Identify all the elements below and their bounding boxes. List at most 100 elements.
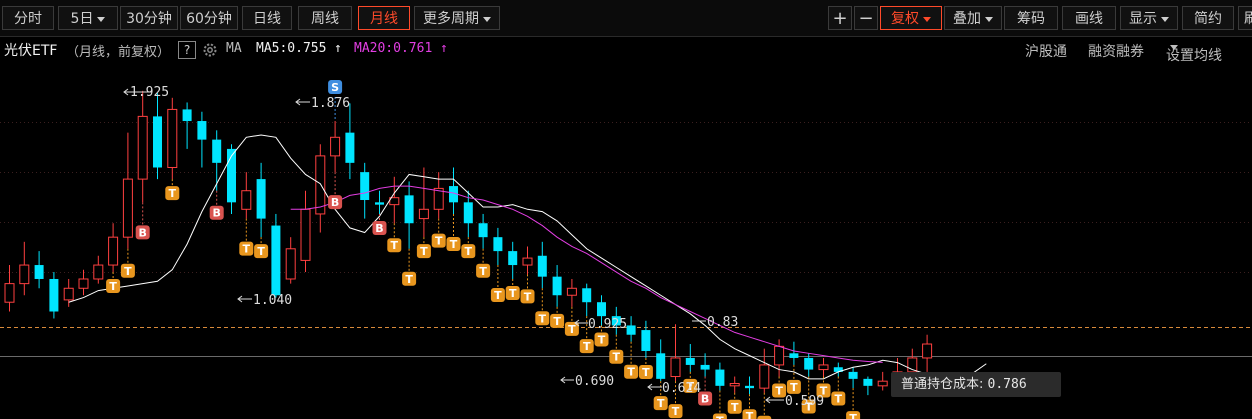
candle-body[interactable]	[241, 190, 252, 210]
candle-body[interactable]	[626, 325, 636, 335]
marker-label: T	[716, 414, 724, 419]
adjust-button[interactable]: 复权	[880, 6, 942, 30]
price-label-083: 0.83	[692, 315, 738, 330]
link-hk-connect[interactable]: 沪股通	[1025, 41, 1067, 61]
candle-body[interactable]	[93, 264, 104, 280]
candle-body[interactable]	[315, 155, 326, 215]
marker-label: B	[375, 222, 383, 235]
candle-body[interactable]	[745, 385, 754, 389]
candle-body[interactable]	[19, 264, 30, 285]
display-button[interactable]: 显示	[1120, 6, 1178, 30]
chips-button[interactable]: 筹码	[1004, 6, 1058, 30]
candle-body[interactable]	[153, 116, 162, 168]
candle-body[interactable]	[537, 255, 547, 277]
gear-icon[interactable]	[202, 42, 218, 58]
marker-label: T	[465, 245, 473, 258]
candle-body[interactable]	[729, 383, 740, 387]
marker-label: B	[331, 196, 339, 209]
price-label-0599-text: 0.599	[785, 394, 824, 409]
marker-label: T	[420, 245, 428, 258]
candle-body[interactable]	[493, 237, 503, 252]
price-label-0624-text: 0.624	[662, 381, 701, 396]
candle-body[interactable]	[271, 225, 281, 296]
candle-body[interactable]	[197, 121, 207, 140]
candle-body[interactable]	[256, 179, 266, 219]
candle-body[interactable]	[508, 251, 518, 266]
candle-body[interactable]	[670, 357, 681, 378]
period-tab-fenshi[interactable]: 分时	[2, 6, 54, 30]
refresh-button[interactable]: 刷新	[1238, 6, 1252, 30]
marker-label: T	[849, 412, 857, 419]
candle-body[interactable]	[789, 353, 799, 358]
candle-body[interactable]	[49, 278, 59, 312]
marker-label: T	[539, 312, 547, 325]
candle-body[interactable]	[863, 378, 873, 386]
candle-body[interactable]	[137, 115, 148, 180]
period-tab-60min[interactable]: 60分钟	[180, 6, 238, 30]
period-tab-weekly[interactable]: 周线	[298, 6, 352, 30]
trade-markers: TTBTBT TSBBTTTT TTTT T TT TTTTTT TTTTBTTT TTTTT…	[106, 80, 861, 419]
candle-body[interactable]	[582, 288, 592, 303]
candle-body[interactable]	[641, 330, 651, 351]
simple-button[interactable]: 简约	[1182, 6, 1234, 30]
candle-body[interactable]	[4, 283, 15, 303]
zoom-out-button[interactable]: −	[854, 6, 878, 30]
candle-body[interactable]	[300, 208, 311, 261]
candle-body[interactable]	[552, 276, 562, 296]
candle-body[interactable]	[922, 343, 933, 359]
help-button[interactable]: ?	[178, 41, 196, 59]
candle-body[interactable]	[759, 364, 770, 389]
candle-body[interactable]	[375, 202, 384, 205]
candle-body[interactable]	[167, 108, 178, 168]
marker-label: T	[405, 273, 413, 286]
candle-body[interactable]	[404, 195, 414, 224]
candle-body[interactable]	[63, 287, 74, 301]
candle-body[interactable]	[478, 223, 488, 238]
marker-label: T	[479, 265, 487, 278]
period-tab-more[interactable]: 更多周期	[414, 6, 500, 30]
candle-body[interactable]	[360, 172, 370, 201]
candle-body[interactable]	[182, 109, 192, 122]
draw-line-button[interactable]: 画线	[1062, 6, 1116, 30]
marker-label: T	[435, 235, 443, 248]
candle-body[interactable]	[818, 364, 829, 371]
candle-body[interactable]	[700, 364, 710, 370]
candle-body[interactable]	[463, 202, 473, 224]
candle-body[interactable]	[656, 353, 666, 379]
candle-body[interactable]	[418, 208, 429, 220]
kline-chart[interactable]: TTBTBT TSBBTTTT TTTT T TT TTTTTT TTTTBTTT TTTTT…	[0, 64, 1252, 419]
marker-label: B	[701, 393, 709, 406]
candle-body[interactable]	[108, 236, 119, 266]
candle-body[interactable]	[566, 287, 577, 296]
candle-body[interactable]	[715, 369, 725, 386]
price-label-0624: 0.624	[647, 381, 701, 396]
overlay-button[interactable]: 叠加	[944, 6, 1002, 30]
candle-body[interactable]	[774, 345, 785, 366]
period-tab-monthly[interactable]: 月线	[358, 6, 410, 30]
candle-body[interactable]	[345, 132, 355, 163]
marker-label: T	[672, 405, 680, 418]
candle-body[interactable]	[877, 380, 888, 387]
candle-body[interactable]	[522, 257, 533, 266]
overlay-label: 叠加	[953, 11, 981, 27]
link-margin-trading[interactable]: 融资融券	[1088, 41, 1144, 61]
candle-body[interactable]	[330, 136, 341, 157]
candle-body[interactable]	[34, 265, 44, 279]
candle-body[interactable]	[285, 248, 296, 280]
candle-body[interactable]	[848, 371, 858, 379]
candle-body[interactable]	[212, 139, 222, 163]
candle-body[interactable]	[122, 178, 133, 238]
price-label-0925: 0.925	[574, 317, 627, 332]
marker-label: B	[139, 226, 147, 239]
marker-label: T	[657, 397, 665, 410]
candle-body[interactable]	[78, 278, 89, 289]
candle-body[interactable]	[685, 357, 695, 365]
period-tab-30min[interactable]: 30分钟	[120, 6, 178, 30]
period-tab-daily[interactable]: 日线	[242, 6, 292, 30]
candle-body[interactable]	[804, 357, 814, 370]
holding-cost-tooltip: 普通持仓成本: 0.786	[891, 372, 1061, 397]
period-tab-5day[interactable]: 5日	[58, 6, 118, 30]
zoom-in-button[interactable]: +	[828, 6, 852, 30]
marker-label: T	[391, 239, 399, 252]
candle-body[interactable]	[597, 302, 606, 317]
